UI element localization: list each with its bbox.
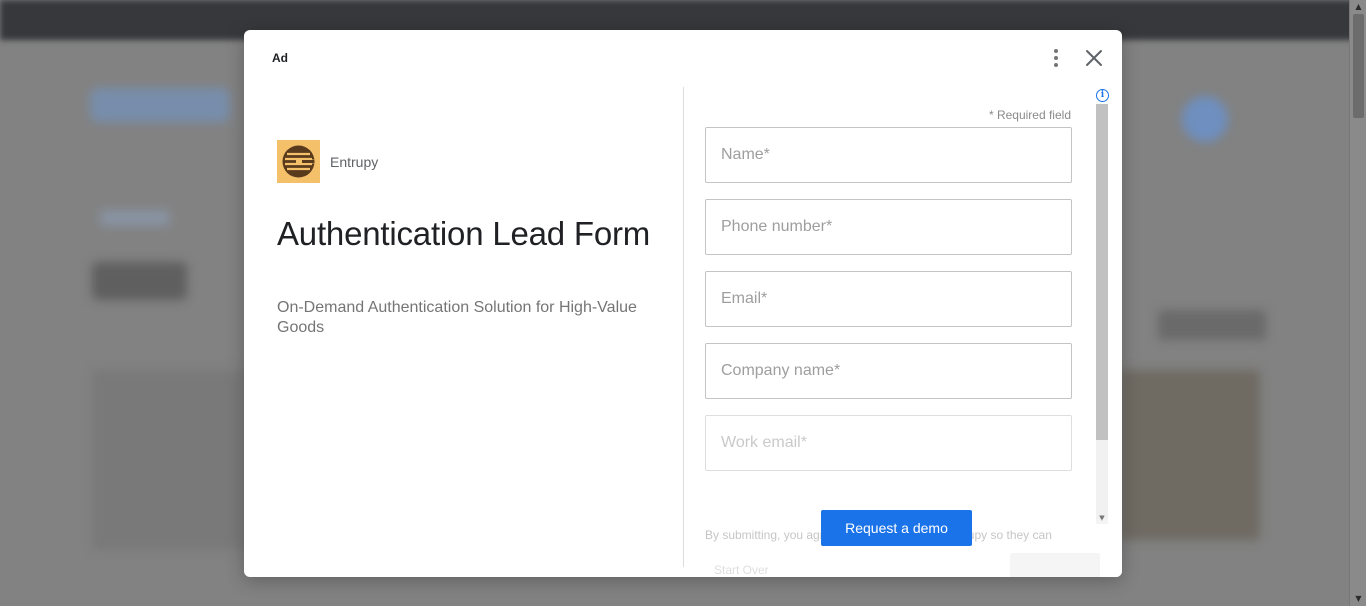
page-scrollbar-thumb[interactable] (1353, 14, 1364, 118)
work-email-field[interactable] (705, 415, 1072, 471)
background-avatar-blur (1182, 96, 1228, 142)
request-demo-button[interactable]: Request a demo (821, 510, 972, 546)
company-name-field[interactable] (705, 343, 1072, 399)
info-icon[interactable]: i (1096, 89, 1109, 102)
start-over-link[interactable]: Start Over (714, 563, 769, 577)
entrupy-logo-icon (282, 145, 315, 178)
more-options-button[interactable] (1046, 46, 1066, 70)
form-title: Authentication Lead Form (277, 215, 651, 252)
name-field[interactable] (705, 127, 1072, 183)
form-scrollbar-thumb[interactable] (1096, 104, 1108, 440)
form-description: On-Demand Authentication Solution for Hi… (277, 299, 637, 336)
brand-logo (277, 140, 320, 183)
background-link-blur (100, 210, 170, 226)
scroll-down-arrow-icon[interactable]: ▼ (1350, 592, 1366, 606)
background-card-blur (92, 370, 252, 550)
background-logo-blur (90, 88, 230, 122)
email-field[interactable] (705, 271, 1072, 327)
close-icon (1086, 50, 1102, 66)
background-button-blur (1158, 310, 1266, 340)
form-panel: i ▼ * Required field By submitting, you … (684, 87, 1122, 577)
lead-form-modal: Ad Entrupy Authentication Lead Form On-D… (244, 30, 1122, 577)
background-heading-blur (92, 262, 187, 300)
phone-number-field[interactable] (705, 199, 1072, 255)
close-button[interactable] (1082, 46, 1106, 70)
scroll-up-arrow-icon[interactable]: ▲ (1350, 0, 1366, 14)
brand-name: Entrupy (330, 154, 379, 170)
ad-label: Ad (272, 51, 288, 65)
required-field-note: * Required field (988, 108, 1071, 122)
more-vert-icon (1054, 49, 1058, 53)
ghost-next-button (1010, 553, 1100, 577)
form-scrollbar[interactable]: ▼ (1096, 104, 1108, 524)
page-scrollbar[interactable]: ▲ ▼ (1349, 0, 1366, 606)
background-image-blur (1120, 370, 1260, 540)
